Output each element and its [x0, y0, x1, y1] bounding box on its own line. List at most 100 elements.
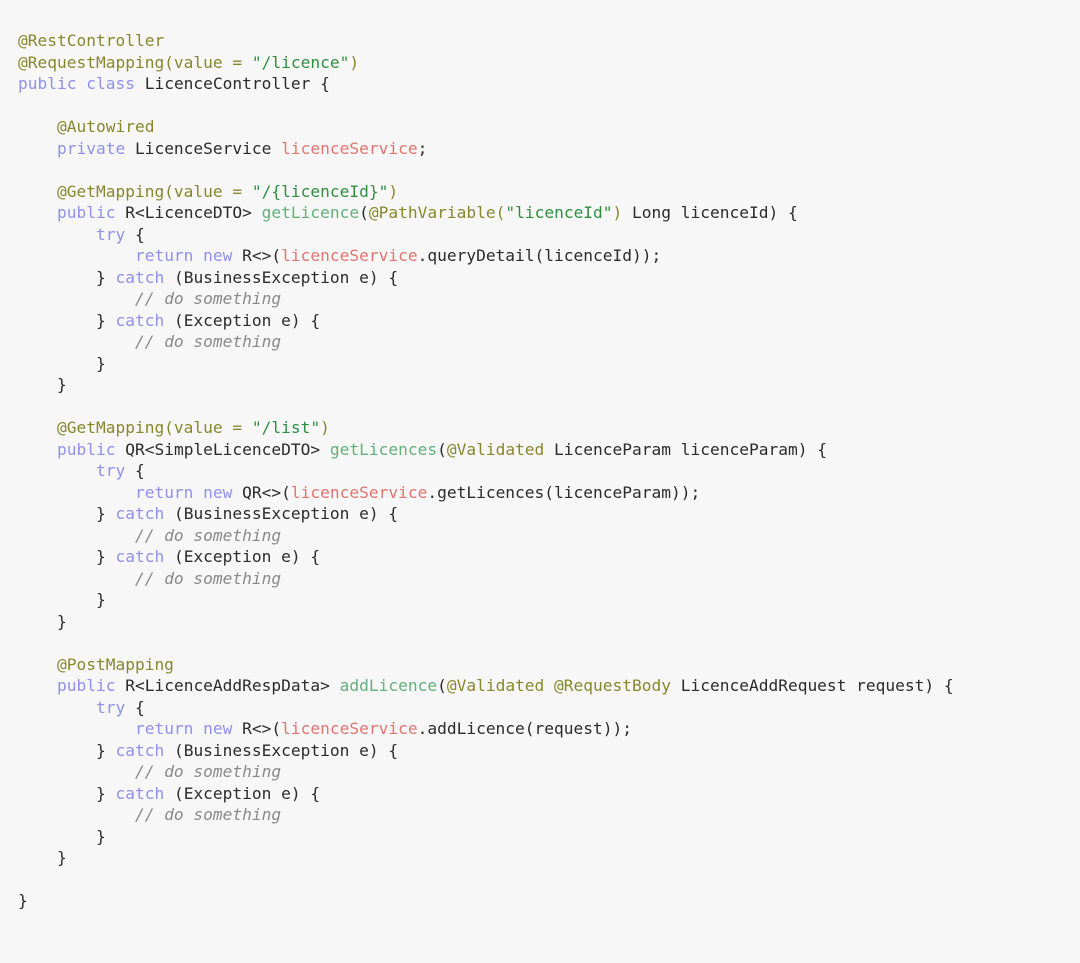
- code-token-kw: public: [56, 439, 126, 459]
- code-line: @GetMapping(value = "/list"): [18, 417, 1080, 439]
- code-token-plain: R<LicenceDTO>: [125, 203, 262, 223]
- code-token-plain: {: [125, 461, 145, 481]
- code-token-plain: (BusinessException e) {: [164, 504, 399, 524]
- code-token-str: "/licence": [251, 52, 350, 72]
- code-token-plain: }: [18, 375, 67, 395]
- code-line: // do something: [18, 568, 1080, 590]
- code-token-plain: R<LicenceAddRespData>: [125, 676, 340, 696]
- code-token-plain: QR<SimpleLicenceDTO>: [125, 439, 330, 459]
- code-line: } catch (BusinessException e) {: [18, 740, 1080, 762]
- code-token-method: getLicences: [329, 439, 438, 459]
- code-token-method: addLicence: [339, 676, 438, 696]
- code-token-plain: (Exception e) {: [164, 310, 321, 330]
- code-token-plain: LicenceController {: [144, 74, 330, 94]
- code-line: return new R<>(licenceService.addLicence…: [18, 718, 1080, 740]
- code-token-cmt: // do something: [134, 525, 282, 545]
- code-token-plain: {: [125, 224, 145, 244]
- code-token-kw: return new: [134, 719, 243, 739]
- code-token-kw: private: [56, 138, 135, 158]
- code-token-kw: catch: [115, 740, 165, 760]
- code-token-plain: }: [18, 848, 67, 868]
- code-line: public class LicenceController {: [18, 73, 1080, 95]
- code-line: try {: [18, 224, 1080, 246]
- code-line: } catch (BusinessException e) {: [18, 503, 1080, 525]
- code-token-cmt: // do something: [134, 762, 282, 782]
- code-token-kw: try: [95, 224, 126, 244]
- code-line: }: [18, 826, 1080, 848]
- code-line: try {: [18, 697, 1080, 719]
- code-token-plain: LicenceParam licenceParam) {: [544, 439, 827, 459]
- code-token-anno: @GetMapping(value =: [56, 418, 252, 438]
- code-token-plain: }: [18, 783, 116, 803]
- code-token-cmt: // do something: [134, 289, 282, 309]
- code-line: // do something: [18, 761, 1080, 783]
- code-token-field: licenceService: [281, 138, 418, 158]
- code-token-plain: }: [18, 547, 116, 567]
- code-line: // do something: [18, 331, 1080, 353]
- code-token-kw: catch: [115, 310, 165, 330]
- code-token-anno: @Validated @RequestBody: [446, 676, 671, 696]
- code-line: } catch (Exception e) {: [18, 546, 1080, 568]
- code-token-cmt: // do something: [134, 332, 282, 352]
- code-token-plain: R<>(: [242, 719, 282, 739]
- code-token-anno: @PathVariable(: [368, 203, 506, 223]
- code-line: }: [18, 847, 1080, 869]
- code-line: @GetMapping(value = "/{licenceId}"): [18, 181, 1080, 203]
- code-line: @Autowired: [18, 116, 1080, 138]
- code-line: }: [18, 611, 1080, 633]
- code-token-anno: @RequestMapping(value =: [18, 52, 252, 72]
- code-token-anno: ): [349, 52, 360, 72]
- code-token-plain: (Exception e) {: [164, 547, 321, 567]
- code-line: try {: [18, 460, 1080, 482]
- code-token-plain: }: [18, 267, 116, 287]
- code-token-kw: return new: [134, 482, 243, 502]
- code-token-kw: catch: [115, 267, 165, 287]
- code-token-plain: }: [18, 590, 106, 610]
- code-token-method: getLicence: [261, 203, 360, 223]
- code-line: }: [18, 374, 1080, 396]
- code-token-cmt: // do something: [134, 568, 282, 588]
- code-token-plain: (Exception e) {: [164, 783, 321, 803]
- code-line: } catch (BusinessException e) {: [18, 267, 1080, 289]
- code-line: public R<LicenceAddRespData> addLicence(…: [18, 675, 1080, 697]
- code-token-plain: {: [125, 697, 145, 717]
- code-token-plain: .queryDetail(licenceId));: [417, 246, 662, 266]
- code-token-field: licenceService: [290, 482, 428, 502]
- code-token-plain: .getLicences(licenceParam));: [427, 482, 701, 502]
- code-token-field: licenceService: [281, 719, 418, 739]
- code-token-plain: ;: [417, 138, 428, 158]
- code-token-plain: }: [18, 891, 28, 911]
- code-token-anno: @Autowired: [56, 117, 155, 137]
- code-token-kw: try: [95, 697, 126, 717]
- source-code-block[interactable]: @RestController @RequestMapping(value = "…: [18, 30, 1080, 912]
- code-token-kw: catch: [115, 547, 165, 567]
- code-line: // do something: [18, 525, 1080, 547]
- code-token-anno: @GetMapping(value =: [56, 181, 252, 201]
- code-viewer[interactable]: @RestController @RequestMapping(value = "…: [0, 0, 1080, 963]
- code-token-plain: (: [437, 676, 447, 696]
- code-line: }: [18, 589, 1080, 611]
- code-token-plain: }: [18, 740, 116, 760]
- code-line: // do something: [18, 288, 1080, 310]
- code-line: @RequestMapping(value = "/licence"): [18, 52, 1080, 74]
- code-line: } catch (Exception e) {: [18, 783, 1080, 805]
